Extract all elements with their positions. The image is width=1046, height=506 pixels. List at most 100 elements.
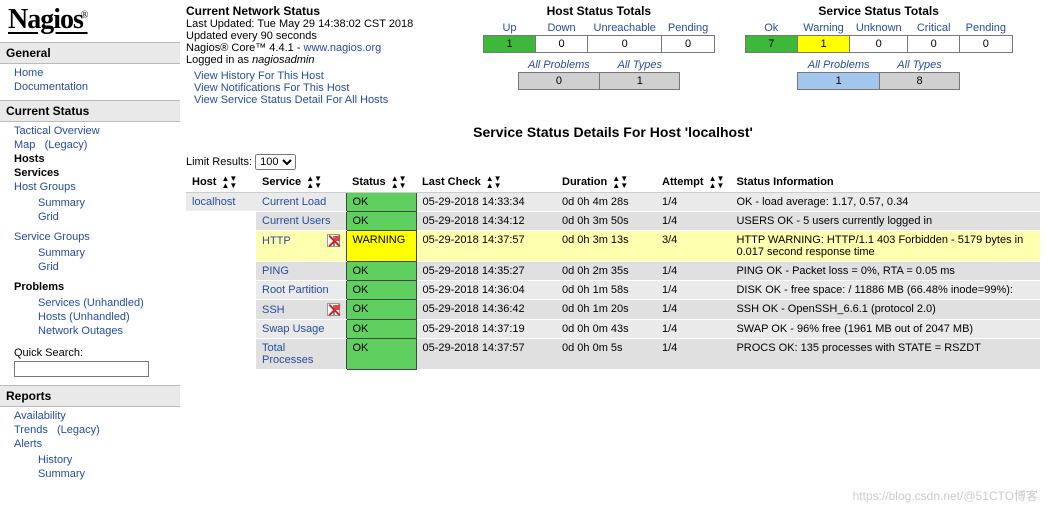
totals-col-link[interactable]: Pending xyxy=(966,22,1006,34)
sidebar-section-header: General xyxy=(0,42,180,64)
info-cell: USERS OK - 5 users currently logged in xyxy=(730,212,1040,231)
table-header[interactable]: Attempt ▲▼▲▼ xyxy=(656,172,730,193)
last-check-cell: 05-29-2018 14:37:57 xyxy=(416,231,556,262)
status-link[interactable]: View History For This Host xyxy=(194,70,441,82)
quick-search-label: Quick Search: xyxy=(0,344,180,359)
service-link[interactable]: Root Partition xyxy=(262,284,329,296)
sidebar-sublink[interactable]: Summary xyxy=(38,247,85,259)
attempt-cell: 1/4 xyxy=(656,339,730,370)
service-link[interactable]: HTTP xyxy=(262,235,291,247)
totals-value[interactable]: 1 xyxy=(600,73,680,90)
host-link[interactable]: localhost xyxy=(192,196,235,208)
sidebar-item: Service Groups xyxy=(14,230,180,244)
sidebar-link[interactable]: Home xyxy=(14,67,43,79)
brand-sup: ® xyxy=(81,10,88,21)
totals-value[interactable]: 0 xyxy=(536,36,588,53)
sidebar-item: Alerts xyxy=(14,437,180,451)
totals-col-link[interactable]: Warning xyxy=(803,22,844,34)
totals-value[interactable]: 1 xyxy=(797,36,850,53)
totals-value[interactable]: 0 xyxy=(662,36,714,53)
attempt-cell: 3/4 xyxy=(656,231,730,262)
duration-cell: 0d 0h 1m 58s xyxy=(556,281,656,300)
sidebar-sublink[interactable]: Summary xyxy=(38,197,85,209)
table-row: Current UsersOK05-29-2018 14:34:120d 0h … xyxy=(186,212,1040,231)
sidebar-sublink[interactable]: History xyxy=(38,454,72,466)
sidebar-sublink[interactable]: Services (Unhandled) xyxy=(38,297,144,309)
status-product: Nagios® Core™ 4.4.1 - www.nagios.org xyxy=(186,42,441,54)
totals-value[interactable]: 1 xyxy=(484,36,536,53)
attempt-cell: 1/4 xyxy=(656,320,730,339)
totals-col-link[interactable]: Ok xyxy=(764,22,778,34)
quick-search-input[interactable] xyxy=(14,361,149,377)
sidebar-link[interactable]: Documentation xyxy=(14,81,88,93)
totals-col-link[interactable]: Up xyxy=(502,22,516,34)
totals-value[interactable]: 7 xyxy=(745,36,797,53)
duration-cell: 0d 0h 0m 43s xyxy=(556,320,656,339)
service-totals: Service Status Totals OkWarningUnknownCr… xyxy=(745,4,1013,90)
info-cell: SWAP OK - 96% free (1961 MB out of 2047 … xyxy=(730,320,1040,339)
sidebar-link[interactable]: Trends xyxy=(14,424,48,436)
status-link[interactable]: View Service Status Detail For All Hosts xyxy=(194,94,441,106)
service-totals-table: OkWarningUnknownCriticalPending71000 xyxy=(745,20,1013,53)
totals-value[interactable]: 0 xyxy=(960,36,1012,53)
table-header[interactable]: Host ▲▼▲▼ xyxy=(186,172,256,193)
attempt-cell: 1/4 xyxy=(656,193,730,212)
service-link[interactable]: SSH xyxy=(262,304,285,316)
host-totals-table: UpDownUnreachablePending1000 xyxy=(483,20,715,53)
sidebar-link[interactable]: Service Groups xyxy=(14,231,90,243)
sidebar-sublink[interactable]: Summary xyxy=(38,468,85,480)
sidebar-link[interactable]: Map xyxy=(14,139,35,151)
table-header[interactable]: Last Check ▲▼▲▼ xyxy=(416,172,556,193)
sidebar-item: Map (Legacy) xyxy=(14,138,180,152)
limit-select[interactable]: 100 xyxy=(255,154,296,170)
info-cell: DISK OK - free space: / 11886 MB (66.48%… xyxy=(730,281,1040,300)
sidebar-sublink[interactable]: Network Outages xyxy=(38,325,123,337)
totals-value[interactable]: 0 xyxy=(850,36,908,53)
info-cell: PROCS OK: 135 processes with STATE = RSZ… xyxy=(730,339,1040,370)
totals-value[interactable]: 8 xyxy=(880,73,960,90)
totals-value[interactable]: 0 xyxy=(518,73,600,90)
totals-value[interactable]: 0 xyxy=(908,36,960,53)
sidebar-link[interactable]: Tactical Overview xyxy=(14,125,100,137)
product-link[interactable]: www.nagios.org xyxy=(304,42,382,54)
status-cell: OK xyxy=(346,262,416,281)
attempt-cell: 1/4 xyxy=(656,262,730,281)
info-cell: PING OK - Packet loss = 0%, RTA = 0.05 m… xyxy=(730,262,1040,281)
service-link[interactable]: Current Users xyxy=(262,215,330,227)
status-cell: OK xyxy=(346,212,416,231)
info-cell: HTTP WARNING: HTTP/1.1 403 Forbidden - 5… xyxy=(730,231,1040,262)
sidebar-sublink[interactable]: Grid xyxy=(38,211,59,223)
sidebar-item: Availability xyxy=(14,409,180,423)
totals-col-link[interactable]: Critical xyxy=(917,22,951,34)
totals-col-link[interactable]: Pending xyxy=(668,22,708,34)
table-row: PINGOK05-29-2018 14:35:270d 0h 2m 35s1/4… xyxy=(186,262,1040,281)
status-cell: OK xyxy=(346,300,416,320)
totals-col-link[interactable]: Down xyxy=(547,22,575,34)
table-header: Status Information xyxy=(730,172,1040,193)
status-cell: OK xyxy=(346,281,416,300)
service-link[interactable]: Swap Usage xyxy=(262,323,324,335)
sidebar-link[interactable]: Host Groups xyxy=(14,181,76,193)
sidebar-sublink[interactable]: Hosts (Unhandled) xyxy=(38,311,130,323)
host-totals-title: Host Status Totals xyxy=(483,4,715,18)
table-header[interactable]: Service ▲▼▲▼ xyxy=(256,172,346,193)
totals-value[interactable]: 1 xyxy=(798,73,880,90)
totals-col-link[interactable]: Unreachable xyxy=(594,22,656,34)
sidebar-link[interactable]: Availability xyxy=(14,410,66,422)
status-link[interactable]: View Notifications For This Host xyxy=(194,82,441,94)
service-link[interactable]: Current Load xyxy=(262,196,326,208)
totals-col-link[interactable]: Unknown xyxy=(856,22,902,34)
service-link[interactable]: PING xyxy=(262,265,289,277)
sidebar-link[interactable]: Alerts xyxy=(14,438,42,450)
no-notify-icon xyxy=(327,234,340,247)
table-header[interactable]: Status ▲▼▲▼ xyxy=(346,172,416,193)
limit-results: Limit Results: 100 xyxy=(186,154,1040,170)
totals-value[interactable]: 0 xyxy=(588,36,662,53)
watermark: https://blog.csdn.net/@51CTO博客 xyxy=(853,487,1038,504)
duration-cell: 0d 0h 1m 20s xyxy=(556,300,656,320)
service-link[interactable]: Total Processes xyxy=(262,342,340,366)
attempt-cell: 1/4 xyxy=(656,300,730,320)
table-header[interactable]: Duration ▲▼▲▼ xyxy=(556,172,656,193)
sidebar-sublink[interactable]: Grid xyxy=(38,261,59,273)
host-totals: Host Status Totals Up Down Unreachable Pend… xyxy=(483,4,715,90)
